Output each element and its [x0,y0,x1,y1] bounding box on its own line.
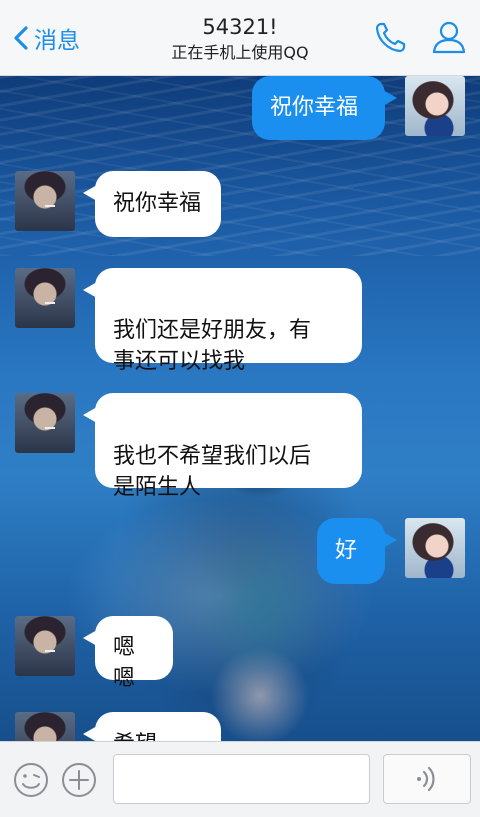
voice-icon [417,766,435,792]
chat-header: 消息 54321! 正在手机上使用QQ [0,0,480,76]
message-bubble-outgoing[interactable]: 好 [317,518,397,584]
message-bubble-incoming[interactable]: 我也不希望我们以后 是陌生人 [83,393,362,500]
contact-avatar[interactable] [15,712,75,741]
my-avatar[interactable] [405,76,465,136]
chat-area[interactable]: 祝你幸福 祝你幸福 我们还是好朋友，有 事还可以找我 我也不希望我们以后 是陌生… [0,76,480,741]
contact-avatar[interactable] [15,268,75,328]
voice-button[interactable] [383,754,471,804]
plus-icon[interactable] [60,761,98,799]
contact-avatar[interactable] [15,393,75,453]
message-text: 祝你幸福 [113,191,202,216]
message-bubble-incoming[interactable]: 我们还是好朋友，有 事还可以找我 [83,268,362,374]
message-text: 嗯嗯 [113,635,136,691]
message-text: 好 [335,538,358,563]
message-bubble-incoming[interactable]: 嗯嗯 [83,616,173,691]
message-input[interactable] [113,754,370,804]
profile-icon[interactable] [430,18,468,56]
contact-avatar[interactable] [15,616,75,676]
my-avatar[interactable] [405,518,465,578]
message-text: 我们还是好朋友，有 事还可以找我 [113,318,312,374]
message-text: 祝你幸福 [270,95,359,120]
input-bar [0,741,480,817]
message-bubble-outgoing[interactable]: 祝你幸福 [252,76,397,140]
message-bubble-incoming[interactable]: 希望... [83,712,221,741]
emoji-icon[interactable] [12,761,50,799]
message-bubble-incoming[interactable]: 祝你幸福 [83,171,221,237]
message-text: 希望... [113,732,178,741]
contact-avatar[interactable] [15,171,75,231]
phone-icon[interactable] [372,18,410,56]
